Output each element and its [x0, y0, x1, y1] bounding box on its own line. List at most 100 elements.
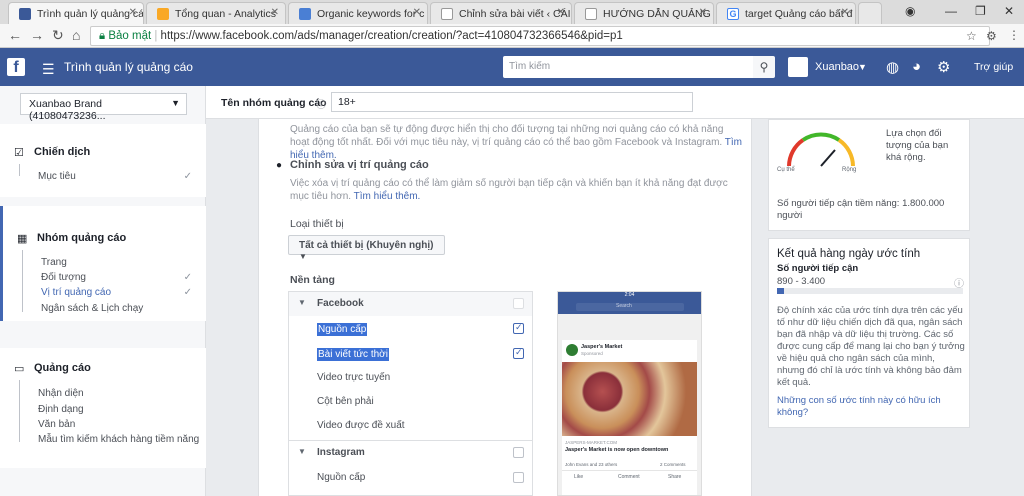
browser-tab[interactable]: Organic keywords for c ✕ [288, 2, 428, 24]
audience-breadth-text: Lựa chọn đối tượng của bạn khá rộng. [886, 128, 949, 163]
ad-account-selector[interactable]: Xuanbao Brand (41080473236... ▼ [20, 93, 187, 122]
gauge-right-label: Rộng [842, 167, 857, 173]
chevron-down-icon[interactable]: ▼ [298, 447, 306, 456]
placement-row[interactable]: Nguồn cấp [289, 466, 532, 490]
placement-checkbox[interactable] [513, 347, 524, 359]
instagram-checkbox[interactable] [513, 447, 524, 458]
placement-row[interactable]: Cột bên phải [289, 390, 532, 414]
device-type-dropdown[interactable]: Tất cả thiết bị (Khuyên nghị) ▼ [288, 235, 445, 261]
close-icon[interactable]: ✕ [557, 7, 565, 18]
check-icon: ✓ [183, 287, 192, 298]
reload-icon[interactable]: ↻ [52, 27, 64, 44]
campaign-section: ☑ Chiến dịch Mục tiêu ✓ [0, 124, 206, 197]
phone-status-bar: 2:04 [558, 292, 701, 300]
estimate-accuracy-text: Độ chính xác của ước tính dựa trên các y… [777, 305, 965, 388]
new-tab-button[interactable] [858, 2, 882, 24]
browser-tab[interactable]: Gtarget Quảng cáo bất đ ✕ [716, 2, 856, 24]
reach-range: 890 - 3.400 [777, 276, 826, 287]
account-avatar[interactable] [788, 57, 808, 77]
placement-row[interactable]: Video được đề xuất [289, 414, 532, 438]
adset-icon: ▦ [17, 233, 28, 245]
menu-dots-icon[interactable]: ⋮ [1008, 28, 1020, 42]
browser-tab[interactable]: Trình quản lý quảng cáo ✕ [8, 2, 144, 24]
home-icon[interactable]: ⌂ [72, 27, 80, 43]
settings-gear-icon[interactable]: ⚙ [937, 58, 950, 76]
preview-post: Jasper's Market Sponsored JASPERS-MARKET… [562, 340, 697, 495]
phone-search-bar: Search [558, 300, 701, 314]
chevron-down-icon[interactable]: ▼ [858, 62, 867, 72]
help-link[interactable]: Trợ giúp [974, 61, 1013, 73]
url-text: https://www.facebook.com/ads/manager/cre… [160, 30, 623, 42]
url-bar[interactable]: 🔒︎ Bảo mật | https://www.facebook.com/ad… [90, 26, 990, 46]
close-icon[interactable]: ✕ [841, 7, 849, 18]
search-icon[interactable]: ⚲ [753, 56, 775, 78]
placement-checkbox[interactable] [513, 322, 524, 334]
chevron-down-icon[interactable]: ▼ [298, 298, 306, 307]
google-favicon-icon: G [727, 8, 739, 20]
nav-item-lead-form[interactable]: Mẫu tìm kiếm khách hàng tiềm năng [38, 434, 199, 445]
profile-icon[interactable]: ◉ [905, 4, 915, 18]
section-title[interactable]: Nhóm quảng cáo [37, 232, 126, 244]
maximize-icon[interactable]: ❐ [975, 4, 986, 18]
auto-placement-desc: Quảng cáo của bạn sẽ tự động được hiển t… [290, 124, 743, 161]
fb-header: f ☰ Trình quản lý quảng cáo Tìm kiếm ⚲ X… [0, 48, 1024, 86]
placement-row[interactable]: Bài viết tức thời [289, 342, 532, 366]
section-title[interactable]: Quảng cáo [34, 362, 91, 374]
extension-icon[interactable]: ⚙ [986, 29, 997, 43]
security-label: Bảo mật [108, 30, 152, 42]
placement-row[interactable]: Video trực tuyến [289, 366, 532, 390]
app-title: Trình quản lý quảng cáo [64, 60, 193, 74]
info-icon[interactable]: ⓘ [316, 96, 326, 111]
forward-icon[interactable]: → [30, 27, 44, 43]
close-icon[interactable]: ✕ [699, 7, 707, 18]
close-icon[interactable]: ✕ [271, 7, 279, 18]
platform-row-instagram[interactable]: ▼ Instagram [289, 440, 532, 464]
placement-checkbox[interactable] [513, 472, 524, 483]
facebook-favicon-icon [19, 8, 31, 20]
placements-panel: Quảng cáo của bạn sẽ tự động được hiển t… [258, 119, 752, 496]
placement-row[interactable]: Nguồn cấp [289, 317, 532, 341]
left-sidebar: Xuanbao Brand (41080473236... ▼ ☑ Chiến d… [0, 86, 206, 496]
adset-name-input[interactable]: 18+ [331, 92, 693, 112]
nav-item-format[interactable]: Định dạng [38, 404, 84, 415]
globe-icon[interactable]: ◍ [886, 58, 899, 76]
back-icon[interactable]: ← [8, 27, 22, 43]
estimate-feedback-link[interactable]: Những con số ước tính này có hữu ích khô… [777, 395, 963, 419]
nav-item-page[interactable]: Trang [41, 257, 67, 268]
notifications-icon[interactable]: ◕ [912, 58, 921, 75]
platform-list: ▼Facebook Nguồn cấp Bài viết tức thời Vi… [288, 291, 533, 496]
facebook-checkbox[interactable] [513, 298, 524, 309]
audience-definition-card: Cụ thể Rộng Lựa chọn đối tượng của bạn k… [768, 119, 970, 231]
edit-placements-option[interactable]: Chỉnh sửa vị trí quảng cáo [290, 159, 429, 171]
reach-label: Số người tiếp cận [777, 263, 859, 274]
account-name[interactable]: Xuanbao [815, 61, 859, 73]
platform-label: Nền tảng [290, 274, 335, 286]
campaign-icon: ☑ [14, 147, 24, 159]
window-close-icon[interactable]: ✕ [1004, 4, 1014, 18]
facebook-logo-icon[interactable]: f [7, 58, 25, 76]
browser-tab[interactable]: Chỉnh sửa bài viết ‹ CÁI ✕ [430, 2, 572, 24]
browser-tab[interactable]: HƯỚNG DẪN QUẢNG ✕ [574, 2, 714, 24]
nav-item-audience[interactable]: Đối tượng [41, 272, 86, 283]
edit-placement-desc: Việc xóa vị trí quảng cáo có thể làm giả… [290, 178, 728, 202]
page-favicon-icon [585, 8, 597, 20]
platform-row-facebook[interactable]: ▼ Facebook [289, 292, 532, 316]
hamburger-menu-icon[interactable]: ☰ [42, 61, 55, 78]
search-input[interactable]: Tìm kiếm [503, 56, 753, 78]
address-toolbar: ← → ↻ ⌂ 🔒︎ Bảo mật | https://www.faceboo… [0, 24, 1024, 48]
radio-selected-icon[interactable]: ● [276, 160, 282, 171]
browser-tab[interactable]: Tổng quan - Analytics ✕ [146, 2, 286, 24]
minimize-icon[interactable]: — [945, 4, 957, 18]
daily-results-card: Kết quả hàng ngày ước tính Số người tiếp… [768, 238, 970, 428]
nav-item-text[interactable]: Văn bản [38, 419, 75, 430]
ad-section: ▭ Quảng cáo Nhận diện Định dạng Văn bản … [0, 348, 206, 468]
nav-item-objective[interactable]: Mục tiêu [38, 171, 76, 182]
close-icon[interactable]: ✕ [413, 7, 421, 18]
close-icon[interactable]: ✕ [129, 7, 137, 18]
nav-item-budget[interactable]: Ngân sách & Lịch chạy [41, 303, 143, 314]
bookmark-star-icon[interactable]: ☆ [966, 29, 977, 43]
learn-more-link[interactable]: Tìm hiểu thêm. [354, 191, 421, 202]
nav-item-placements[interactable]: Vị trí quảng cáo [41, 287, 111, 298]
nav-item-identity[interactable]: Nhận diện [38, 388, 84, 399]
section-title[interactable]: Chiến dịch [34, 146, 90, 158]
